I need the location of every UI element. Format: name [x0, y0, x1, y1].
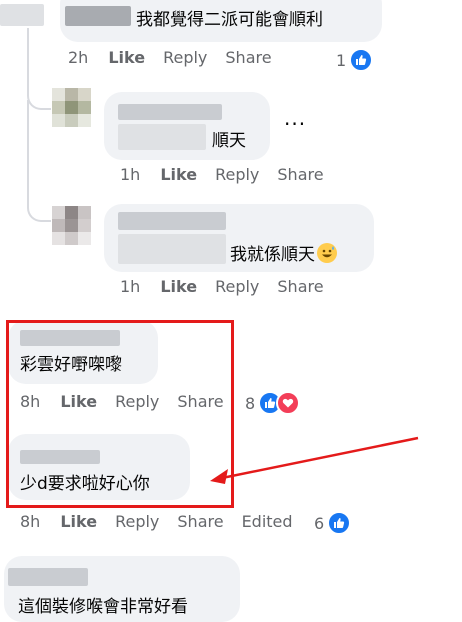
annotation-arrow: [210, 436, 419, 484]
comment-time: 1h: [120, 165, 141, 184]
like-button[interactable]: Like: [60, 512, 97, 531]
thread-line: [27, 100, 51, 222]
like-button[interactable]: Like: [160, 277, 197, 296]
reaction-summary[interactable]: 1: [336, 48, 374, 72]
thread-line: [27, 28, 51, 110]
comment-actions: 2h Like Reply Share: [68, 48, 290, 67]
avatar-redacted: [52, 88, 92, 128]
text-redacted: [118, 124, 206, 150]
author-name-redacted: [118, 104, 222, 120]
comment-time: 8h: [20, 512, 41, 531]
author-name-redacted: [65, 6, 131, 26]
reply-button[interactable]: Reply: [215, 165, 259, 184]
comment-actions: 8h Like Reply Share Edited: [20, 512, 311, 531]
author-name-redacted: [118, 212, 226, 230]
avatar-redacted: [0, 4, 44, 26]
grinning-sweat-emoji: [317, 243, 337, 263]
reaction-count: 1: [336, 50, 347, 70]
comment-text: 我都覺得二派可能會順利: [136, 10, 323, 30]
comment-text: 我就係順天: [230, 240, 337, 265]
more-options-icon[interactable]: ···: [284, 112, 306, 136]
reaction-summary[interactable]: 8: [245, 391, 301, 415]
share-button[interactable]: Share: [225, 48, 271, 67]
reply-button[interactable]: Reply: [115, 512, 159, 531]
share-button[interactable]: Share: [277, 277, 323, 296]
comment-text-content: 我就係順天: [230, 245, 315, 265]
comment-actions: 1h Like Reply Share: [120, 165, 342, 184]
share-button[interactable]: Share: [177, 512, 223, 531]
avatar-redacted: [52, 206, 92, 246]
text-redacted: [118, 234, 226, 264]
comment-text: 順天: [212, 131, 246, 151]
reaction-count: 8: [245, 393, 256, 413]
comment-time: 1h: [120, 277, 141, 296]
reaction-count: 6: [314, 513, 325, 533]
love-icon: [276, 391, 301, 415]
like-button[interactable]: Like: [108, 48, 145, 67]
reaction-summary[interactable]: 6: [314, 511, 352, 535]
like-icon: [349, 48, 374, 72]
comment-time: 2h: [68, 48, 89, 67]
comment-text: 這個裝修喉會非常好看: [18, 597, 188, 617]
share-button[interactable]: Share: [277, 165, 323, 184]
reply-button[interactable]: Reply: [215, 277, 259, 296]
edited-label: Edited: [241, 512, 293, 531]
reply-button[interactable]: Reply: [163, 48, 207, 67]
like-icon: [327, 511, 352, 535]
like-button[interactable]: Like: [160, 165, 197, 184]
comment-actions: 1h Like Reply Share: [120, 277, 342, 296]
author-name-redacted: [8, 568, 88, 586]
